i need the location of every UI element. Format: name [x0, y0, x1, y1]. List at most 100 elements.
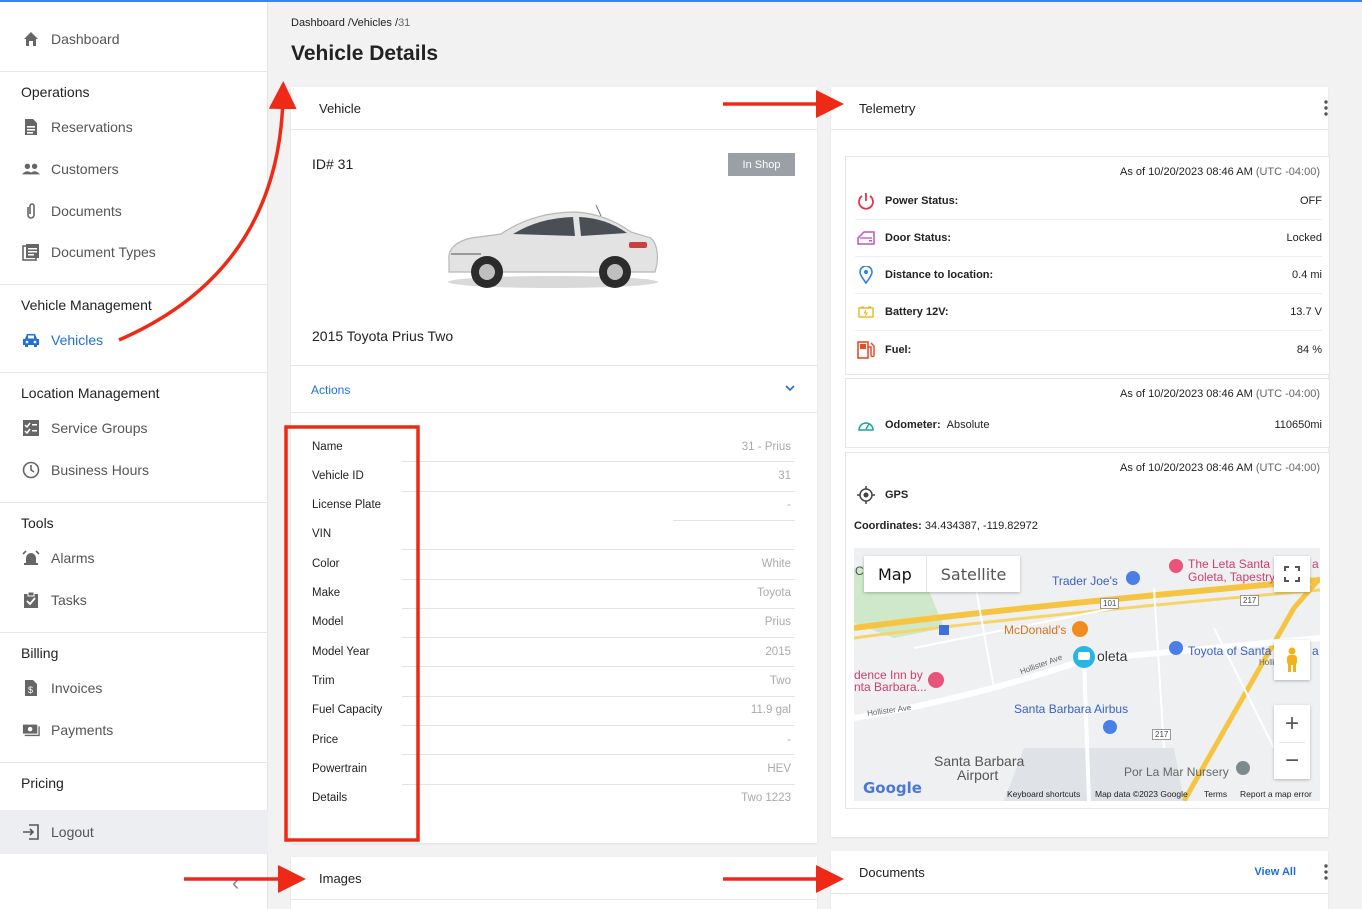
- map-tab-map[interactable]: Map: [864, 556, 926, 592]
- map-keyboard-shortcuts[interactable]: Keyboard shortcuts: [1007, 789, 1080, 799]
- clock-icon: [22, 461, 40, 479]
- telemetry-key: Power Status:: [885, 195, 959, 207]
- vehicle-name: 2015 Toyota Prius Two: [312, 328, 454, 344]
- detail-value: HEV: [767, 762, 791, 775]
- sidebar-item-documents[interactable]: Documents: [0, 191, 268, 231]
- telemetry-row-odometer: Odometer: Absolute 110650mi: [855, 406, 1322, 443]
- map-city-label: oleta: [1097, 648, 1128, 664]
- chevron-down-icon[interactable]: [785, 382, 795, 396]
- coordinates-value: 34.434387, -119.82972: [924, 520, 1038, 532]
- detail-key: License Plate: [312, 499, 382, 512]
- vehicle-card: Vehicle ID# 31 In Shop 2015 Toyota Prius…: [291, 87, 817, 843]
- map-label-fragment: C: [855, 564, 864, 578]
- detail-key: VIN: [312, 528, 332, 541]
- view-all-link[interactable]: View All: [1254, 866, 1296, 878]
- more-vert-icon[interactable]: [1319, 100, 1333, 120]
- map-route-shield: 217: [1240, 595, 1260, 606]
- detail-value: -: [787, 499, 791, 512]
- sidebar-item-customers[interactable]: Customers: [0, 149, 268, 189]
- detail-row: Trim Two: [312, 666, 795, 695]
- telemetry-key: Door Status:: [885, 232, 951, 244]
- map-view[interactable]: Trader Joe's The Leta Santa Goleta, Tape…: [854, 548, 1320, 801]
- sidebar-item-service-groups[interactable]: Service Groups: [0, 408, 268, 448]
- sidebar-item-dashboard[interactable]: Dashboard: [0, 19, 268, 59]
- sidebar-item-label: Business Hours: [51, 462, 150, 478]
- detail-value: White: [761, 557, 791, 570]
- sidebar-divider: [0, 284, 268, 285]
- sidebar-item-invoices[interactable]: $ Invoices: [0, 668, 268, 708]
- logout-button[interactable]: Logout: [0, 812, 268, 852]
- section-title-vehicle-management: Vehicle Management: [21, 297, 152, 313]
- street-view-pegman[interactable]: [1274, 640, 1310, 680]
- fullscreen-icon: [1284, 566, 1300, 582]
- breadcrumb-vehicles[interactable]: Vehicles: [351, 17, 392, 29]
- money-icon: [22, 721, 40, 739]
- zoom-in-button[interactable]: +: [1285, 706, 1299, 742]
- detail-row: Vehicle ID 31: [312, 461, 795, 490]
- detail-key: Model: [312, 616, 344, 629]
- telemetry-key: Battery 12V:: [885, 306, 949, 318]
- detail-row: Powertrain HEV: [312, 754, 795, 783]
- timestamp: As of 10/20/2023 08:46 AM (UTC -04:00): [1120, 166, 1320, 178]
- sidebar-item-reservations[interactable]: Reservations: [0, 107, 268, 147]
- telemetry-row-power: Power Status: OFF: [855, 183, 1322, 220]
- logout-icon: [22, 823, 40, 841]
- car-door-icon: [855, 231, 877, 245]
- detail-key: Powertrain: [312, 762, 367, 775]
- odometer-panel: As of 10/20/2023 08:46 AM (UTC -04:00) O…: [845, 378, 1330, 448]
- vehicle-card-title: Vehicle: [319, 101, 361, 116]
- sidebar-divider: [0, 762, 268, 763]
- sidebar-item-vehicles[interactable]: Vehicles: [0, 320, 268, 360]
- sidebar-item-label: Tasks: [51, 592, 87, 608]
- documents-card-title: Documents: [859, 865, 925, 880]
- sidebar-item-label: Customers: [51, 161, 119, 177]
- images-card: Images: [291, 857, 817, 909]
- power-icon: [855, 192, 877, 210]
- map-terms-link[interactable]: Terms: [1204, 789, 1227, 799]
- map-route-shield: 217: [1152, 729, 1172, 740]
- sidebar-item-business-hours[interactable]: Business Hours: [0, 450, 268, 490]
- breadcrumb-dashboard[interactable]: Dashboard: [291, 17, 345, 29]
- sidebar-item-payments[interactable]: Payments: [0, 710, 268, 750]
- detail-key: Make: [312, 587, 341, 599]
- crosshair-icon: [855, 485, 877, 504]
- telemetry-key: Fuel:: [885, 343, 912, 356]
- coordinates-label: Coordinates:: [854, 520, 922, 532]
- map-report-error-link[interactable]: Report a map error: [1240, 789, 1312, 799]
- detail-value: Toyota: [757, 587, 791, 599]
- images-card-header: Images: [291, 857, 817, 900]
- timestamp-value: As of 10/20/2023 08:46 AM: [1120, 166, 1253, 178]
- sidebar-divider: [0, 632, 268, 633]
- checklist-icon: [22, 419, 40, 437]
- detail-row: Model Year 2015: [312, 637, 795, 666]
- sidebar-item-tasks[interactable]: Tasks: [0, 580, 268, 620]
- sidebar-item-alarms[interactable]: Alarms: [0, 538, 268, 578]
- timestamp-timezone: (UTC -04:00): [1255, 166, 1320, 178]
- actions-dropdown[interactable]: Actions: [311, 383, 350, 397]
- section-title-operations: Operations: [21, 84, 90, 100]
- sidebar-item-label: Invoices: [51, 680, 103, 696]
- fuel-pump-icon: [855, 340, 877, 359]
- sidebar-item-document-types[interactable]: Document Types: [0, 232, 268, 272]
- detail-row: License Plate -: [312, 491, 795, 520]
- telemetry-value: Locked: [1286, 232, 1322, 244]
- map-label-fragment: a: [1312, 557, 1319, 571]
- more-vert-icon[interactable]: [1319, 864, 1333, 884]
- breadcrumb: Dashboard /Vehicles /31: [291, 17, 410, 29]
- map-poi-label: Por La Mar Nursery: [1124, 765, 1229, 779]
- collapse-sidebar-button[interactable]: ‹: [232, 870, 239, 896]
- timestamp-timezone: (UTC -04:00): [1255, 388, 1320, 400]
- divider: [291, 365, 817, 366]
- detail-key: Name: [312, 440, 343, 453]
- detail-key: Price: [312, 733, 339, 746]
- sidebar-item-label: Documents: [51, 203, 122, 219]
- fullscreen-button[interactable]: [1274, 556, 1310, 592]
- gps-label: GPS: [885, 488, 909, 501]
- timestamp: As of 10/20/2023 08:46 AM (UTC -04:00): [1120, 388, 1320, 400]
- zoom-out-button[interactable]: −: [1285, 743, 1299, 779]
- map-tab-satellite[interactable]: Satellite: [925, 556, 1021, 592]
- sidebar-item-label: Service Groups: [51, 420, 148, 436]
- detail-value: 2015: [765, 645, 791, 658]
- telemetry-row-distance: Distance to location: 0.4 mi: [855, 257, 1322, 294]
- divider: [291, 412, 817, 413]
